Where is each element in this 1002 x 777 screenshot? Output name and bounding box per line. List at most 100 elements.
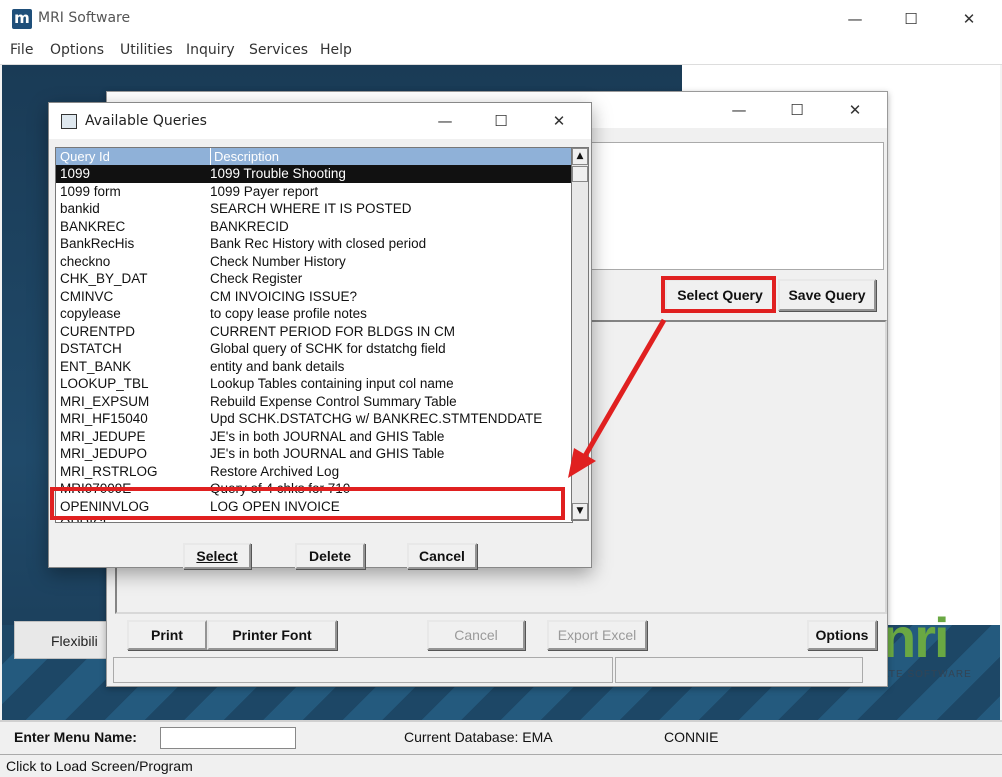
list-header: Query Id Description [56,148,572,165]
menu-help[interactable]: Help [320,42,352,58]
query-id: checkno [60,253,111,269]
queries-list[interactable]: Query Id Description 1099 1099 Trouble Sh… [55,147,573,523]
query-description: Rebuild Expense Control Summary Table [210,393,457,409]
save-query-button[interactable]: Save Query [778,279,876,311]
annotation-box-openinvlog [50,487,565,520]
list-item[interactable]: LOOKUP_TBL Lookup Tables containing input… [56,375,572,393]
scroll-down-arrow-icon[interactable]: ▼ [572,503,588,520]
list-item[interactable]: BANKREC BANKRECID [56,218,572,236]
query-id: BankRecHis [60,236,135,251]
status-panel-right [615,657,863,683]
editor-maximize-button[interactable]: ☐ [785,99,809,121]
query-description: Check Number History [210,253,346,269]
column-query-id[interactable]: Query Id [56,148,211,165]
current-user: CONNIE [664,729,719,745]
editor-status-strip [113,657,881,683]
query-description: CM INVOICING ISSUE? [210,288,358,304]
scroll-up-arrow-icon[interactable]: ▲ [572,148,588,165]
flexibility-button[interactable]: Flexibili [14,621,114,659]
list-item[interactable]: bankid SEARCH WHERE IT IS POSTED [56,200,572,218]
query-id: BANKREC [60,218,126,234]
query-description: Global query of SCHK for dstatchg field [210,341,446,356]
query-id: CMINVC [60,288,114,304]
query-description: Bank Rec History with closed period [210,236,427,251]
dialog-window-icon [61,114,77,129]
editor-minimize-button[interactable]: — [727,99,751,121]
query-description: to copy lease profile notes [210,306,367,321]
menu-utilities[interactable]: Utilities [120,42,173,58]
query-description: BANKRECID [210,218,289,234]
list-item[interactable]: 1099 form 1099 Payer report [56,183,572,201]
dialog-minimize-button[interactable]: — [433,110,457,132]
query-text-area[interactable] [591,142,884,270]
query-description: 1099 Trouble Shooting [210,166,346,181]
list-item[interactable]: ENT_BANK entity and bank details [56,358,572,376]
select-button[interactable]: Select [183,543,251,569]
options-button[interactable]: Options [807,620,877,650]
menu-file[interactable]: File [10,42,33,58]
mri-logo: nri [882,606,950,669]
query-description: Restore Archived Log [210,463,340,479]
cancel-button-disabled[interactable]: Cancel [427,620,525,650]
query-id: DSTATCH [60,341,122,356]
list-item[interactable]: DSTATCH Global query of SCHK for dstatchg… [56,340,572,358]
query-id: MRI_RSTRLOG [60,463,158,479]
printer-font-button[interactable]: Printer Font [207,620,337,650]
menu-bar: File Options Utilities Inquiry Services … [0,38,1002,65]
list-item[interactable]: MRI_JEDUPO JE's in both JOURNAL and GHIS … [56,445,572,463]
mri-app-icon: m [12,9,32,29]
menu-services[interactable]: Services [249,42,308,58]
list-item[interactable]: CMINVC CM INVOICING ISSUE? [56,288,572,306]
list-item[interactable]: copylease to copy lease profile notes [56,305,572,323]
list-scrollbar[interactable]: ▲ ▼ [571,147,589,521]
dialog-title-bar: Available Queries — ☐ ✕ [49,103,591,139]
query-description: CURRENT PERIOD FOR BLDGS IN CM [210,323,456,339]
query-description: JE's in both JOURNAL and GHIS Table [210,428,445,444]
delete-button[interactable]: Delete [295,543,365,569]
query-id: CURENTPD [60,323,136,339]
print-button[interactable]: Print [127,620,207,650]
maximize-button[interactable]: ☐ [899,8,923,30]
export-excel-button[interactable]: Export Excel [547,620,647,650]
dialog-close-button[interactable]: ✕ [547,110,571,132]
query-id: MRI_JEDUPE [60,428,146,444]
query-description: Check Register [210,271,303,286]
query-id: ENT_BANK [60,358,132,374]
list-item[interactable]: BankRecHis Bank Rec History with closed p… [56,235,572,253]
query-id: LOOKUP_TBL [60,376,149,391]
close-button[interactable]: ✕ [957,8,981,30]
query-id: copylease [60,306,121,321]
query-id: bankid [60,201,100,216]
status-bar: Click to Load Screen/Program [0,754,1002,777]
dialog-maximize-button[interactable]: ☐ [489,110,513,132]
annotation-box-select-query [661,276,776,313]
list-item[interactable]: CHK_BY_DAT Check Register [56,270,572,288]
query-description: entity and bank details [210,358,345,374]
app-title-bar: m MRI Software — ☐ ✕ [0,0,1002,38]
list-item[interactable]: MRI_HF15040 Upd SCHK.DSTATCHG w/ BANKREC.… [56,410,572,428]
command-bar: Enter Menu Name: Current Database: EMA C… [0,720,1002,756]
menu-inquiry[interactable]: Inquiry [186,42,235,58]
query-id: CHK_BY_DAT [60,271,148,286]
query-id: MRI_JEDUPO [60,446,148,461]
menu-name-label: Enter Menu Name: [14,729,137,745]
query-description: Upd SCHK.DSTATCHG w/ BANKREC.STMTENDDATE [210,411,543,426]
list-item[interactable]: MRI_JEDUPE JE's in both JOURNAL and GHIS … [56,428,572,446]
menu-options[interactable]: Options [50,42,104,58]
list-item[interactable]: MRI_RSTRLOG Restore Archived Log [56,463,572,481]
list-item[interactable]: checkno Check Number History [56,253,572,271]
scroll-thumb[interactable] [572,166,588,182]
list-item[interactable]: MRI_EXPSUM Rebuild Expense Control Summar… [56,393,572,411]
query-description: SEARCH WHERE IT IS POSTED [210,201,412,216]
dialog-cancel-button[interactable]: Cancel [407,543,477,569]
column-description[interactable]: Description [210,148,572,165]
query-id: 1099 form [60,183,121,199]
query-id: MRI_EXPSUM [60,393,150,409]
minimize-button[interactable]: — [843,8,867,30]
menu-name-input[interactable] [160,727,296,749]
query-description: Lookup Tables containing input col name [210,376,454,391]
query-description: JE's in both JOURNAL and GHIS Table [210,446,445,461]
list-item[interactable]: CURENTPD CURRENT PERIOD FOR BLDGS IN CM [56,323,572,341]
editor-close-button[interactable]: ✕ [843,99,867,121]
list-item[interactable]: 1099 1099 Trouble Shooting [56,165,572,183]
